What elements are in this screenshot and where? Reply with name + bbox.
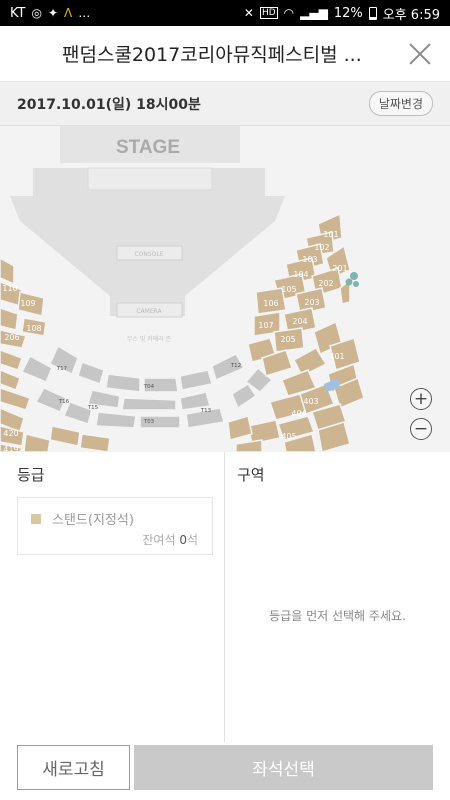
floor-label: T13 xyxy=(200,408,212,414)
footer: 새로고침 좌석선택 xyxy=(0,742,450,800)
section-label: 105 xyxy=(281,285,296,294)
seat-map[interactable]: STAGE CONSOLE CAMERA 무스 및 카메라 존 T04 T03 … xyxy=(0,126,450,452)
stand-section[interactable] xyxy=(235,439,263,452)
change-date-button[interactable]: 날짜변경 xyxy=(368,91,433,116)
select-seat-button[interactable]: 좌석선택 xyxy=(134,745,433,790)
floor-label: T03 xyxy=(143,419,155,425)
stand-section[interactable] xyxy=(79,433,111,452)
twitter-icon: ✦ xyxy=(47,6,59,20)
remaining-count: 0 xyxy=(179,533,187,547)
floor-label: T12 xyxy=(230,363,241,369)
floor-label: T15 xyxy=(87,405,99,411)
stand-section[interactable] xyxy=(247,419,281,445)
floor-section[interactable] xyxy=(77,361,105,385)
section-label: 419 xyxy=(3,445,18,452)
seated-area xyxy=(350,272,358,280)
area-panel: 구역 등급을 먼저 선택해 주세요. xyxy=(225,452,450,742)
stand-section[interactable] xyxy=(23,433,51,452)
floor-label: T04 xyxy=(143,384,155,390)
performance-date: 2017.10.01(일) 18시00분 xyxy=(17,96,201,113)
grade-panel: 등급 스탠드(지정석) 잔여석 0석 xyxy=(0,452,225,742)
seated-area xyxy=(345,278,353,286)
minus-icon: − xyxy=(413,418,429,439)
stand-section[interactable] xyxy=(0,387,31,411)
floor-label: T17 xyxy=(56,366,68,372)
seat-map-svg[interactable]: STAGE CONSOLE CAMERA 무스 및 카메라 존 T04 T03 … xyxy=(0,126,450,452)
grade-panel-title: 등급 xyxy=(17,466,45,484)
section-label: 104 xyxy=(293,270,308,279)
section-label: 203 xyxy=(304,298,319,307)
plus-icon: + xyxy=(413,388,429,409)
section-label: 205 xyxy=(280,335,295,344)
floor-label: T16 xyxy=(58,399,70,405)
stand-section[interactable] xyxy=(227,415,253,441)
close-icon[interactable] xyxy=(404,38,436,70)
section-label: 103 xyxy=(302,255,317,264)
mute-icon: ✕ xyxy=(243,6,254,20)
area-panel-title: 구역 xyxy=(237,466,265,484)
section-label: 101 xyxy=(323,230,338,239)
center-zone-label: 무스 및 카메라 존 xyxy=(127,335,172,343)
clock: 오후 6:59 xyxy=(382,7,440,23)
grade-option[interactable]: 스탠드(지정석) 잔여석 0석 xyxy=(17,497,213,555)
section-label: 108 xyxy=(26,324,41,333)
date-bar: 2017.10.01(일) 18시00분 날짜변경 xyxy=(0,82,450,126)
stand-section[interactable] xyxy=(0,257,15,286)
section-label: 403 xyxy=(303,397,318,406)
section-label: 109 xyxy=(20,299,35,308)
status-bar: KT ◎ ✦ Ʌ … ✕ HD ◠ ▂▄▆ 12% 오후 6:59 xyxy=(0,0,450,26)
seated-area xyxy=(353,281,359,287)
grade-color-swatch xyxy=(31,514,41,524)
refresh-button[interactable]: 새로고침 xyxy=(17,745,130,790)
section-label: 110 xyxy=(2,284,17,293)
floor-section[interactable] xyxy=(95,411,137,429)
remaining-unit: 석 xyxy=(186,533,198,547)
wifi-icon: ◠ xyxy=(283,6,295,20)
zoom-in-button[interactable]: + xyxy=(410,388,432,410)
header: 팬덤스쿨2017코리아뮤직페스티벌 ... xyxy=(0,26,450,82)
selection-panels: 등급 스탠드(지정석) 잔여석 0석 구역 등급을 먼저 선택해 주세요. xyxy=(0,452,450,742)
section-label: 106 xyxy=(263,299,278,308)
signal-icon: ▂▄▆ xyxy=(300,6,328,20)
floor-section[interactable] xyxy=(231,382,258,410)
hd-icon: HD xyxy=(259,7,278,19)
stage-label: STAGE xyxy=(116,137,180,158)
stand-section[interactable] xyxy=(0,349,23,371)
section-label: 107 xyxy=(258,321,273,330)
camera-label: CAMERA xyxy=(136,308,162,315)
carrier-label: KT xyxy=(10,5,26,21)
camera-icon: ◎ xyxy=(31,6,42,20)
section-label: 401 xyxy=(329,352,344,361)
battery-percent: 12% xyxy=(333,5,363,21)
stand-section[interactable] xyxy=(0,369,21,391)
stand-section[interactable] xyxy=(49,425,81,447)
remaining-label: 잔여석 xyxy=(142,533,176,547)
floor-section[interactable] xyxy=(179,369,213,391)
floor-section[interactable] xyxy=(20,354,53,383)
floor-section[interactable] xyxy=(105,373,141,393)
section-label: 206 xyxy=(4,333,19,342)
stage-extension xyxy=(87,167,213,191)
floor-section[interactable] xyxy=(121,397,177,411)
remaining-seats: 잔여석 0석 xyxy=(142,531,198,548)
section-label: 202 xyxy=(318,279,333,288)
section-label: 204 xyxy=(292,317,307,326)
section-label: 201 xyxy=(332,264,347,273)
page-title: 팬덤스쿨2017코리아뮤직페스티벌 ... xyxy=(62,44,362,66)
zoom-out-button[interactable]: − xyxy=(410,418,432,440)
battery-icon xyxy=(368,6,377,20)
stand-section[interactable] xyxy=(0,307,19,331)
section-label: 102 xyxy=(314,243,329,252)
area-empty-message: 등급을 먼저 선택해 주세요. xyxy=(269,609,406,623)
grade-name: 스탠드(지정석) xyxy=(52,513,134,528)
ribbon-icon: Ʌ xyxy=(64,6,73,20)
more-icon: … xyxy=(78,6,91,20)
console-label: CONSOLE xyxy=(134,251,163,258)
section-label: 405 xyxy=(281,432,296,441)
section-label: 420 xyxy=(3,429,18,438)
section-label: 404 xyxy=(291,409,306,418)
